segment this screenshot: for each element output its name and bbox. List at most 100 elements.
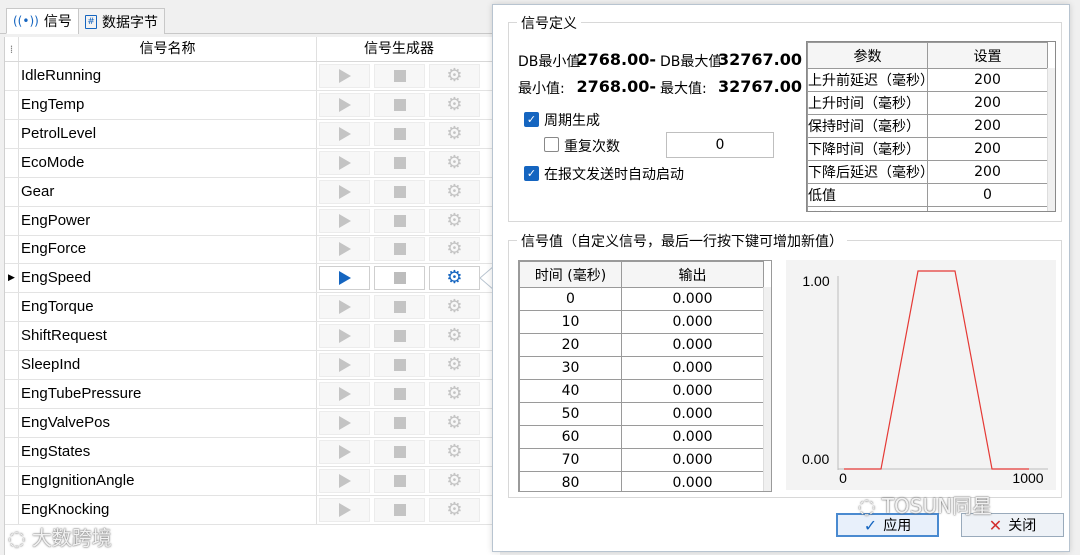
stop-button[interactable] bbox=[374, 497, 425, 522]
stop-button[interactable] bbox=[374, 237, 425, 262]
signal-row[interactable]: EngTubePressure ⚙ bbox=[5, 379, 501, 409]
signal-row[interactable]: EngIgnitionAngle ⚙ bbox=[5, 466, 501, 496]
stop-button[interactable] bbox=[374, 468, 425, 493]
values-scrollbar[interactable] bbox=[763, 287, 771, 491]
output-cell[interactable]: 0.000 bbox=[621, 310, 764, 334]
value-row[interactable]: 70 0.000 bbox=[519, 448, 764, 472]
signal-row[interactable]: EngTorque ⚙ bbox=[5, 293, 501, 323]
play-button[interactable] bbox=[319, 381, 370, 406]
play-button[interactable] bbox=[319, 439, 370, 464]
settings-button[interactable]: ⚙ bbox=[429, 237, 480, 262]
stop-button[interactable] bbox=[374, 353, 425, 377]
settings-button[interactable]: ⚙ bbox=[429, 410, 480, 435]
stop-button[interactable] bbox=[374, 92, 425, 117]
value-row[interactable]: 60 0.000 bbox=[519, 425, 764, 449]
output-cell[interactable]: 0.000 bbox=[621, 402, 764, 426]
tab-signal[interactable]: ((•)) 信号 bbox=[6, 8, 79, 34]
settings-button[interactable]: ⚙ bbox=[429, 468, 480, 493]
output-cell[interactable]: 0.000 bbox=[621, 448, 764, 472]
settings-button[interactable]: ⚙ bbox=[429, 324, 480, 349]
param-value[interactable]: 200 bbox=[927, 137, 1048, 161]
time-cell[interactable]: 10 bbox=[519, 310, 622, 334]
play-button[interactable] bbox=[319, 410, 370, 435]
time-cell[interactable]: 30 bbox=[519, 356, 622, 380]
play-button[interactable] bbox=[319, 353, 370, 377]
time-cell[interactable]: 20 bbox=[519, 333, 622, 357]
signal-row[interactable]: Gear ⚙ bbox=[5, 177, 501, 207]
param-row[interactable]: 保持时间（毫秒） 200 bbox=[807, 114, 1048, 138]
time-cell[interactable]: 80 bbox=[519, 471, 622, 491]
tab-data-bytes[interactable]: # 数据字节 bbox=[78, 8, 165, 34]
param-value[interactable]: 200 bbox=[927, 91, 1048, 115]
stop-button[interactable] bbox=[374, 179, 425, 204]
settings-button[interactable]: ⚙ bbox=[429, 381, 480, 406]
time-cell[interactable]: 60 bbox=[519, 425, 622, 449]
settings-button[interactable]: ⚙ bbox=[429, 64, 480, 88]
play-button[interactable] bbox=[319, 179, 370, 204]
signal-row[interactable]: EngTemp ⚙ bbox=[5, 90, 501, 120]
play-button[interactable] bbox=[319, 237, 370, 262]
column-header-generator[interactable]: 信号生成器 bbox=[317, 37, 501, 61]
stop-button[interactable] bbox=[374, 295, 425, 320]
play-button[interactable] bbox=[319, 150, 370, 175]
param-value[interactable]: 0 bbox=[927, 183, 1048, 207]
value-row[interactable]: 50 0.000 bbox=[519, 402, 764, 426]
output-cell[interactable]: 0.000 bbox=[621, 333, 764, 357]
play-button[interactable] bbox=[319, 121, 370, 146]
signal-row[interactable]: EcoMode ⚙ bbox=[5, 148, 501, 178]
settings-button[interactable]: ⚙ bbox=[429, 497, 480, 522]
play-button[interactable] bbox=[319, 92, 370, 117]
param-row[interactable]: 上升时间（毫秒） 200 bbox=[807, 91, 1048, 115]
signal-row[interactable]: SleepInd ⚙ bbox=[5, 351, 501, 380]
settings-button[interactable]: ⚙ bbox=[429, 295, 480, 320]
param-row[interactable]: 上升前延迟（毫秒） 200 bbox=[807, 68, 1048, 92]
value-row[interactable]: 0 0.000 bbox=[519, 287, 764, 311]
value-row[interactable]: 80 0.000 bbox=[519, 471, 764, 491]
value-row[interactable]: 30 0.000 bbox=[519, 356, 764, 380]
periodic-checkbox[interactable]: ✓ bbox=[524, 112, 539, 127]
param-row[interactable]: 高值1 bbox=[807, 206, 1048, 211]
settings-button[interactable]: ⚙ bbox=[429, 121, 480, 146]
settings-button[interactable]: ⚙ bbox=[429, 353, 480, 377]
signal-row[interactable]: EngValvePos ⚙ bbox=[5, 408, 501, 438]
value-row[interactable]: 10 0.000 bbox=[519, 310, 764, 334]
play-button[interactable] bbox=[319, 497, 370, 522]
stop-button[interactable] bbox=[374, 150, 425, 175]
signal-row[interactable]: ShiftRequest ⚙ bbox=[5, 322, 501, 352]
play-button[interactable] bbox=[319, 208, 370, 233]
time-cell[interactable]: 50 bbox=[519, 402, 622, 426]
signal-row[interactable]: EngKnocking ⚙ bbox=[5, 495, 501, 525]
stop-button[interactable] bbox=[374, 266, 425, 291]
settings-button[interactable]: ⚙ bbox=[429, 150, 480, 175]
output-cell[interactable]: 0.000 bbox=[621, 287, 764, 311]
signal-row[interactable]: IdleRunning ⚙ bbox=[5, 62, 501, 91]
output-cell[interactable]: 0.000 bbox=[621, 425, 764, 449]
param-row[interactable]: 下降后延迟（毫秒） 200 bbox=[807, 160, 1048, 184]
settings-button[interactable]: ⚙ bbox=[429, 179, 480, 204]
play-button[interactable] bbox=[319, 468, 370, 493]
settings-button[interactable]: ⚙ bbox=[429, 266, 480, 291]
param-value[interactable]: 200 bbox=[927, 68, 1048, 92]
repeat-count-input[interactable]: 0 bbox=[666, 132, 774, 158]
stop-button[interactable] bbox=[374, 208, 425, 233]
settings-button[interactable]: ⚙ bbox=[429, 439, 480, 464]
autostart-checkbox[interactable]: ✓ bbox=[524, 166, 539, 181]
play-button[interactable] bbox=[319, 266, 370, 291]
time-cell[interactable]: 40 bbox=[519, 379, 622, 403]
signal-row[interactable]: PetrolLevel ⚙ bbox=[5, 119, 501, 149]
output-cell[interactable]: 0.000 bbox=[621, 356, 764, 380]
stop-button[interactable] bbox=[374, 324, 425, 349]
param-row[interactable]: 下降时间（毫秒） 200 bbox=[807, 137, 1048, 161]
stop-button[interactable] bbox=[374, 121, 425, 146]
output-cell[interactable]: 0.000 bbox=[621, 379, 764, 403]
stop-button[interactable] bbox=[374, 439, 425, 464]
time-cell[interactable]: 0 bbox=[519, 287, 622, 311]
stop-button[interactable] bbox=[374, 410, 425, 435]
stop-button[interactable] bbox=[374, 381, 425, 406]
param-value[interactable]: 200 bbox=[927, 160, 1048, 184]
play-button[interactable] bbox=[319, 295, 370, 320]
param-scrollbar[interactable] bbox=[1047, 68, 1055, 211]
column-header-name[interactable]: 信号名称 bbox=[19, 37, 317, 61]
signal-row[interactable]: ▶ EngSpeed ⚙ bbox=[5, 264, 501, 294]
param-value[interactable]: 200 bbox=[927, 114, 1048, 138]
